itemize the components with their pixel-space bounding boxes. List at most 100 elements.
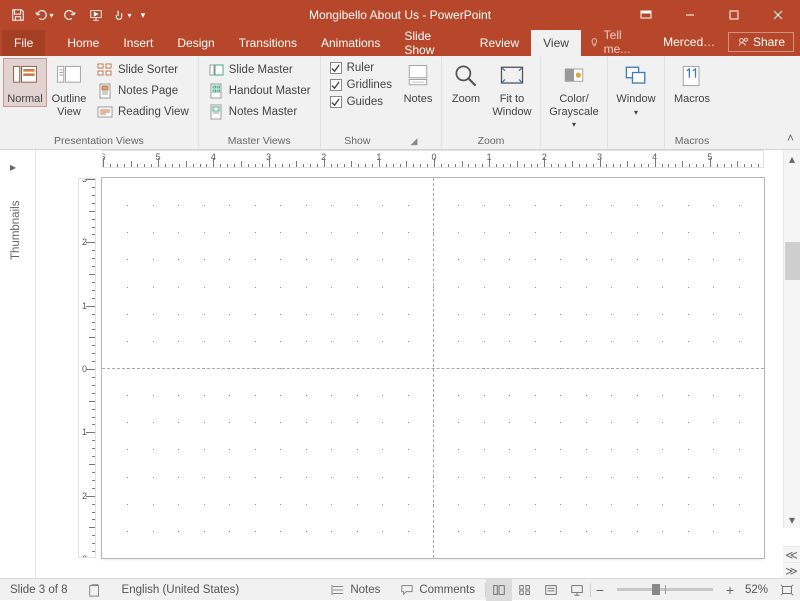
group-show: Ruler Gridlines Guides Notes Show◢ [321,56,442,149]
tell-me-placeholder: Tell me... [604,28,644,56]
fit-window-icon [497,61,527,91]
window-label: Window▾ [616,93,655,118]
save-button[interactable] [6,3,30,27]
macros-button[interactable]: Macros [668,58,716,106]
thumbnails-label: Thumbnails [10,201,22,260]
fit-to-window-button[interactable]: Fit to Window [487,58,537,118]
comments-icon [400,584,414,596]
notes-icon [403,61,433,91]
notes-button[interactable]: Notes [398,58,438,106]
outline-view-button[interactable]: Outline View [47,58,91,118]
tab-transitions[interactable]: Transitions [227,30,309,56]
share-label: Share [753,35,785,49]
quick-access-toolbar: ▾ ▾ ▾ [0,3,150,27]
group-label-master-views: Master Views [202,134,317,149]
tab-view[interactable]: View [531,30,581,56]
color-grayscale-button[interactable]: Color/ Grayscale ▾ [544,58,604,131]
zoom-in-button[interactable]: + [721,582,739,598]
tab-slideshow[interactable]: Slide Show [392,30,467,56]
share-button[interactable]: Share [728,32,794,52]
group-label-zoom: Zoom [445,134,537,149]
zoom-knob[interactable] [652,584,660,595]
notes-toggle[interactable]: Notes [321,584,390,596]
user-name[interactable]: Merced Fl... [655,35,724,49]
handout-master-icon [208,83,224,99]
window-icon [621,61,651,91]
tab-insert[interactable]: Insert [111,30,165,56]
dialog-launcher-icon[interactable]: ◢ [410,136,417,147]
window-menu-button[interactable]: Window▾ [611,58,661,118]
normal-view-button[interactable]: Normal [3,58,47,107]
group-label-presentation-views: Presentation Views [3,134,195,149]
collapse-ribbon-button[interactable]: ˄ [787,131,794,145]
prev-slide-button[interactable]: ≪ [783,546,800,562]
notes-page-button[interactable]: Notes Page [95,81,191,101]
horizontal-ruler[interactable]: 6543210123456 [102,150,764,168]
zoom-button[interactable]: Zoom [445,58,487,106]
ribbon: Normal Outline View Slide Sorter Notes P… [0,56,800,150]
notes-master-button[interactable]: Notes Master [206,102,313,122]
checkbox-icon [330,79,342,91]
tab-home[interactable]: Home [55,30,111,56]
slide-indicator[interactable]: Slide 3 of 8 [0,584,78,596]
slide[interactable] [102,178,764,558]
normal-view-icon [10,61,40,91]
touch-mode-button[interactable]: ▾ [110,3,134,27]
normal-view-statusbtn[interactable] [486,579,512,601]
guides-checkbox[interactable]: Guides [328,94,394,110]
handout-master-button[interactable]: Handout Master [206,81,313,101]
group-label-window [611,146,661,149]
slide-sorter-icon [97,62,113,78]
slide-sorter-button[interactable]: Slide Sorter [95,60,191,80]
redo-button[interactable] [58,3,82,27]
fit-to-window-statusbtn[interactable] [774,579,800,601]
scroll-up-button[interactable]: ▴ [784,150,800,167]
zoom-out-button[interactable]: − [591,582,609,598]
group-label-color [544,146,604,149]
ruler-checkbox[interactable]: Ruler [328,60,394,76]
reading-view-statusbtn[interactable] [538,579,564,601]
tell-me-search[interactable]: Tell me... [581,28,651,56]
group-master-views: Slide Master Handout Master Notes Master… [199,56,321,149]
group-zoom: Zoom Fit to Window Zoom [442,56,541,149]
slide-sorter-statusbtn[interactable] [512,579,538,601]
vertical-scrollbar[interactable]: ▴ ▾ [783,150,800,528]
spellcheck-button[interactable] [78,583,112,597]
outline-view-icon [54,61,84,91]
language-indicator[interactable]: English (United States) [112,584,250,596]
slide-master-button[interactable]: Slide Master [206,60,313,80]
start-slideshow-button[interactable] [84,3,108,27]
macros-label: Macros [674,93,710,106]
gridlines-checkbox[interactable]: Gridlines [328,77,394,93]
tab-animations[interactable]: Animations [309,30,392,56]
checkbox-icon [330,62,342,74]
tab-design[interactable]: Design [165,30,226,56]
tab-review[interactable]: Review [468,30,531,56]
color-grayscale-icon [559,61,589,91]
group-presentation-views: Normal Outline View Slide Sorter Notes P… [0,56,199,149]
status-bar: Slide 3 of 8 English (United States) Not… [0,578,800,600]
maximize-button[interactable] [712,0,756,30]
zoom-percent[interactable]: 52% [739,584,774,596]
comments-toggle[interactable]: Comments [390,584,485,596]
undo-button[interactable]: ▾ [32,3,56,27]
next-slide-button[interactable]: ≫ [783,562,800,578]
scroll-thumb[interactable] [785,242,800,280]
workspace: ▸ Thumbnails 6543210123456 3210123 ▴ ▾ ≪… [0,150,800,578]
reading-view-button[interactable]: Reading View [95,102,191,122]
outline-label: Outline View [49,93,89,118]
slideshow-statusbtn[interactable] [564,579,590,601]
window-controls [624,0,800,30]
qat-customize-button[interactable]: ▾ [136,3,150,27]
expand-thumbnails-button[interactable]: ▸ [10,160,24,174]
scroll-down-button[interactable]: ▾ [784,511,800,528]
normal-label: Normal [7,93,42,106]
title-bar: ▾ ▾ ▾ Mongibello About Us - PowerPoint [0,0,800,30]
tab-file[interactable]: File [2,30,45,56]
minimize-button[interactable] [668,0,712,30]
zoom-slider[interactable] [617,588,713,591]
vertical-ruler[interactable]: 3210123 [78,178,96,558]
checkbox-icon [330,96,342,108]
ribbon-options-button[interactable] [624,0,668,30]
close-button[interactable] [756,0,800,30]
